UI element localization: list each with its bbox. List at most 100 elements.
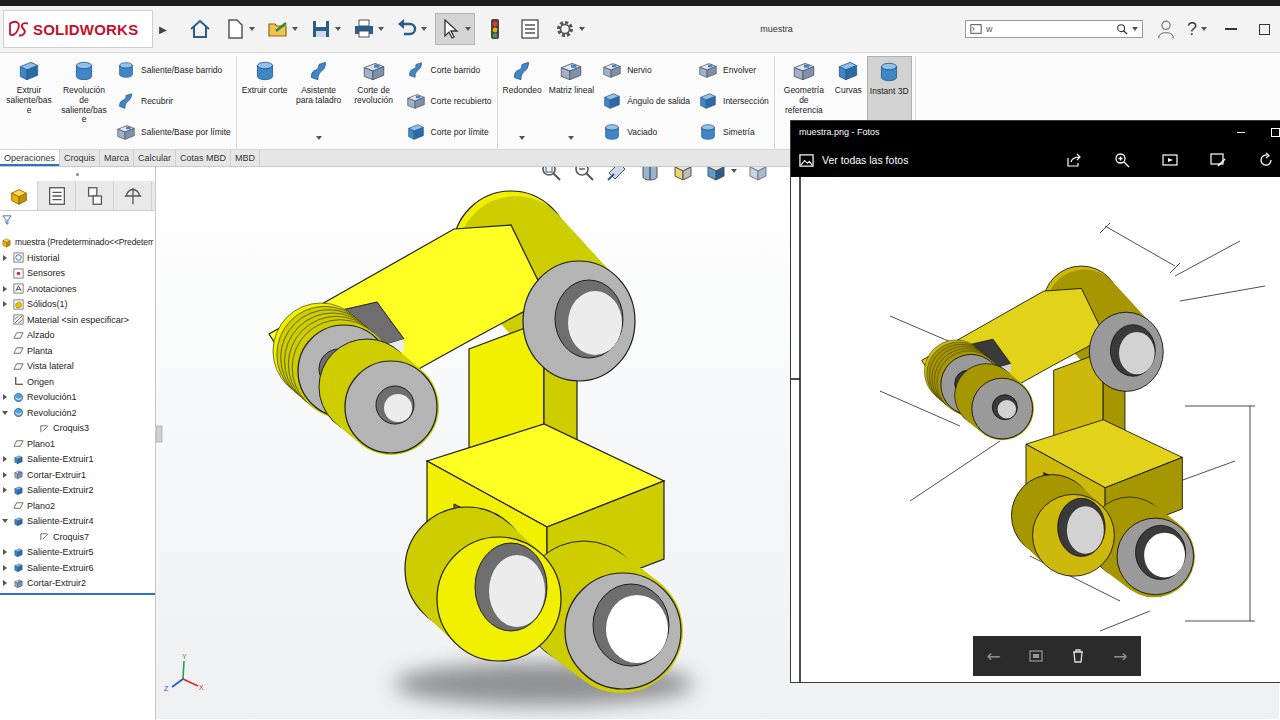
slideshow-icon[interactable] xyxy=(1162,152,1178,168)
home-button[interactable] xyxy=(185,13,215,45)
section-view-icon[interactable] xyxy=(638,167,662,183)
tree-item[interactable]: Alzado xyxy=(0,328,155,344)
panel-handle[interactable] xyxy=(0,167,155,181)
tree-item[interactable]: Sensores xyxy=(0,266,155,282)
expand-arrow[interactable] xyxy=(2,411,8,415)
ribbon-small-button[interactable]: Corte barrido xyxy=(403,58,494,82)
command-tab[interactable]: Croquis xyxy=(60,150,100,166)
options-button[interactable] xyxy=(550,13,588,45)
tree-item[interactable]: Planta xyxy=(0,343,155,359)
next-button[interactable]: → xyxy=(1113,646,1127,666)
ribbon-small-button[interactable]: Saliente/Base por límite xyxy=(113,120,233,144)
tree-item[interactable]: Croquis7 xyxy=(0,529,155,545)
menu-flyout[interactable]: ▶ xyxy=(159,24,167,35)
expand-arrow[interactable] xyxy=(3,580,7,586)
photo-canvas[interactable]: ← → xyxy=(791,177,1280,682)
zoom-to-fit-icon[interactable] xyxy=(539,167,563,183)
ribbon-small-button[interactable]: Corte recubierto xyxy=(403,89,494,113)
ribbon-small-button[interactable]: Corte por límite xyxy=(403,120,494,144)
rollback-bar[interactable] xyxy=(0,593,155,595)
rotate-icon[interactable] xyxy=(1258,152,1274,168)
ribbon-button[interactable]: Asistente para taladro xyxy=(293,56,345,143)
share-icon[interactable] xyxy=(1066,152,1082,168)
feature-manager-tab[interactable] xyxy=(114,181,152,210)
ribbon-small-button[interactable]: Nervio xyxy=(599,58,692,82)
hide-show-icon[interactable] xyxy=(746,167,770,183)
tree-item[interactable]: Revolución2 xyxy=(0,405,155,421)
previous-view-icon[interactable] xyxy=(605,167,629,183)
command-tab[interactable]: Operaciones xyxy=(0,150,60,166)
select-button[interactable] xyxy=(435,13,475,45)
ribbon-small-button[interactable]: Simetría xyxy=(695,120,771,144)
tree-item[interactable]: Plano1 xyxy=(0,436,155,452)
brand-logo[interactable]: SOLIDWORKS xyxy=(3,10,153,48)
feature-manager-tab[interactable] xyxy=(0,181,38,210)
maximize-button[interactable] xyxy=(1271,128,1280,137)
ribbon-small-button[interactable]: Vaciado xyxy=(599,120,692,144)
display-style-icon[interactable] xyxy=(704,167,728,183)
edit-icon[interactable] xyxy=(1210,152,1226,168)
expand-arrow[interactable] xyxy=(3,456,7,462)
feature-manager-tab[interactable] xyxy=(38,181,76,210)
command-tab[interactable]: MBD xyxy=(231,150,260,166)
search-box[interactable]: w xyxy=(965,20,1143,38)
restore-button[interactable] xyxy=(1259,24,1270,35)
rebuild-button[interactable] xyxy=(480,13,510,45)
ribbon-button[interactable]: Extruir saliente/base xyxy=(3,56,55,143)
ribbon-button[interactable]: Extruir corte xyxy=(240,56,290,143)
tree-item[interactable]: Historial xyxy=(0,250,155,266)
tree-item[interactable]: Saliente-Extruir2 xyxy=(0,483,155,499)
open-button[interactable] xyxy=(263,13,301,45)
view-orientation-icon[interactable] xyxy=(671,167,695,183)
ribbon-button[interactable]: Matriz lineal xyxy=(547,56,596,143)
tree-item[interactable]: Saliente-Extruir5 xyxy=(0,545,155,561)
expand-arrow[interactable] xyxy=(3,472,7,478)
tree-item[interactable]: Sólidos(1) xyxy=(0,297,155,313)
ribbon-button[interactable]: Redondeo xyxy=(501,56,544,143)
command-tab[interactable]: Calcular xyxy=(134,150,176,166)
ribbon-button[interactable]: Revolución de saliente/base xyxy=(58,56,110,143)
ribbon-small-button[interactable]: Saliente/Base barrido xyxy=(113,58,233,82)
expand-arrow[interactable] xyxy=(3,549,7,555)
feature-manager-tab[interactable] xyxy=(76,181,114,210)
command-tab[interactable]: Marca xyxy=(100,150,134,166)
filter-icon[interactable] xyxy=(2,215,12,225)
tree-item[interactable]: Croquis3 xyxy=(0,421,155,437)
ribbon-small-button[interactable]: Intersección xyxy=(695,89,771,113)
see-all-photos-link[interactable]: Ver todas las fotos xyxy=(822,154,908,166)
expand-arrow[interactable] xyxy=(3,301,7,307)
minimize-button[interactable] xyxy=(1225,28,1237,30)
help-button[interactable]: ? xyxy=(1187,19,1197,40)
minimize-button[interactable] xyxy=(1237,132,1245,133)
expand-arrow[interactable] xyxy=(2,519,8,523)
tree-item[interactable]: Anotaciones xyxy=(0,281,155,297)
tree-item[interactable]: Plano2 xyxy=(0,498,155,514)
tree-item[interactable]: Material <sin especificar> xyxy=(0,312,155,328)
zoom-icon[interactable] xyxy=(1114,152,1130,168)
expand-arrow[interactable] xyxy=(3,394,7,400)
expand-arrow[interactable] xyxy=(3,255,7,261)
expand-arrow[interactable] xyxy=(3,565,7,571)
print-button[interactable] xyxy=(349,13,387,45)
previous-button[interactable]: ← xyxy=(986,646,1000,666)
tree-item[interactable]: Saliente-Extruir6 xyxy=(0,560,155,576)
save-button[interactable] xyxy=(306,13,344,45)
tree-root[interactable]: muestra (Predeterminado<<Predeterr xyxy=(0,234,155,250)
ribbon-small-button[interactable]: Recubrir xyxy=(113,89,233,113)
tree-item[interactable]: Cortar-Extruir2 xyxy=(0,576,155,592)
new-button[interactable] xyxy=(220,13,258,45)
tree-item[interactable]: Saliente-Extruir1 xyxy=(0,452,155,468)
filmstrip-icon[interactable] xyxy=(1028,648,1044,664)
undo-button[interactable] xyxy=(392,13,430,45)
ribbon-small-button[interactable]: Ángulo de salida xyxy=(599,89,692,113)
expand-arrow[interactable] xyxy=(3,286,7,292)
panel-collapse-handle[interactable] xyxy=(156,426,162,442)
user-icon[interactable] xyxy=(1155,18,1177,40)
zoom-area-icon[interactable] xyxy=(572,167,596,183)
file-properties-button[interactable] xyxy=(515,13,545,45)
ribbon-small-button[interactable]: Envolver xyxy=(695,58,771,82)
ribbon-button[interactable]: Corte de revolución xyxy=(348,56,400,143)
search-input[interactable]: w xyxy=(986,24,1112,34)
expand-arrow[interactable] xyxy=(3,487,7,493)
tree-item[interactable]: Revolución1 xyxy=(0,390,155,406)
